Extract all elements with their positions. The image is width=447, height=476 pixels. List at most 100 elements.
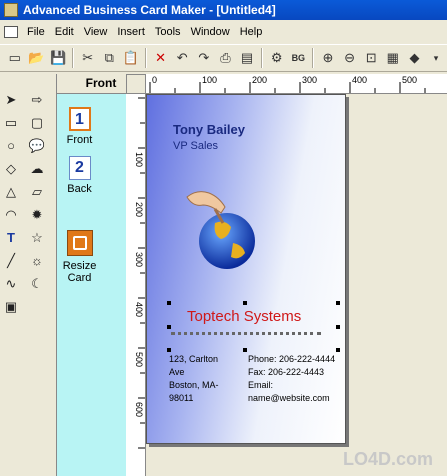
- contact-line: name@website.com: [248, 393, 330, 403]
- card-name[interactable]: Tony Bailey: [173, 122, 245, 137]
- app-icon: [4, 3, 18, 17]
- properties-icon[interactable]: ⚙: [266, 47, 288, 69]
- callout-icon[interactable]: 💬: [26, 134, 48, 157]
- line-icon[interactable]: ╱: [0, 249, 22, 272]
- resize-card-icon: [66, 230, 93, 256]
- curve-icon[interactable]: ∿: [0, 272, 22, 295]
- page-thumb-back[interactable]: 2 Back: [57, 156, 102, 195]
- title-bar: Advanced Business Card Maker - [Untitled…: [0, 0, 447, 20]
- dotted-divider[interactable]: [171, 332, 321, 335]
- contact-line: Phone: 206-222-4444: [248, 354, 336, 364]
- selection-handle[interactable]: [243, 348, 247, 352]
- parallelogram-icon[interactable]: ▱: [26, 180, 48, 203]
- page-number: 1: [68, 107, 91, 131]
- address-line: 98011: [169, 393, 194, 403]
- h-tick-label: 500: [402, 75, 417, 85]
- menu-window[interactable]: Window: [186, 26, 235, 38]
- menu-edit[interactable]: Edit: [50, 26, 79, 38]
- toolbar-separator: [312, 48, 315, 68]
- zoom-out-icon[interactable]: ⊖: [339, 47, 361, 69]
- v-tick-label: 100: [134, 152, 144, 167]
- new-icon[interactable]: ▭: [4, 47, 26, 69]
- window-title: Advanced Business Card Maker - [Untitled…: [23, 3, 276, 17]
- background-icon[interactable]: BG: [288, 47, 310, 69]
- paste-icon[interactable]: 📋: [120, 47, 142, 69]
- vertical-ruler-ticks: 100 200 300 400 500 600: [134, 97, 145, 449]
- horizontal-ruler-ticks: 0 100 200 300 400 500: [149, 75, 426, 93]
- zoom-fit-icon[interactable]: ⊡: [360, 47, 382, 69]
- zoom-in-icon[interactable]: ⊕: [317, 47, 339, 69]
- selection-handle[interactable]: [336, 325, 340, 329]
- menu-view[interactable]: View: [79, 26, 113, 38]
- h-tick-label: 200: [252, 75, 267, 85]
- redo-icon[interactable]: ↷: [193, 47, 215, 69]
- drawing-tools-panel: ➤ ▭ ○ ◇ △ ◠ T ╱ ∿ ▣ ⇨ ▢ 💬 ☁ ▱ ✹ ☆ ☼ ☾: [0, 74, 56, 476]
- tool-column-left: ➤ ▭ ○ ◇ △ ◠ T ╱ ∿ ▣: [0, 88, 22, 318]
- v-tick-label: 600: [134, 402, 144, 417]
- undo-icon[interactable]: ↶: [171, 47, 193, 69]
- business-card[interactable]: Tony Bailey VP Sales Toptech Systems 123…: [146, 94, 346, 444]
- h-tick-label: 300: [302, 75, 317, 85]
- text-icon[interactable]: T: [0, 226, 22, 249]
- menu-help[interactable]: Help: [235, 26, 268, 38]
- selection-handle[interactable]: [336, 301, 340, 305]
- toolbar-overflow-icon[interactable]: ▾: [425, 47, 447, 69]
- toolbar-separator: [144, 48, 147, 68]
- selection-handle[interactable]: [167, 301, 171, 305]
- selection-handle[interactable]: [243, 301, 247, 305]
- grid-icon[interactable]: ▦: [382, 47, 404, 69]
- selection-handle[interactable]: [167, 348, 171, 352]
- card-address[interactable]: 123, Carlton Ave Boston, MA- 98011: [169, 353, 219, 405]
- sun-icon[interactable]: ☼: [26, 249, 48, 272]
- page-label: Back: [67, 183, 92, 195]
- selection-handle[interactable]: [336, 348, 340, 352]
- cloud-callout-icon[interactable]: ☁: [26, 157, 48, 180]
- address-line: 123, Carlton: [169, 354, 219, 364]
- design-canvas[interactable]: Tony Bailey VP Sales Toptech Systems 123…: [146, 94, 447, 476]
- card-company[interactable]: Toptech Systems: [187, 308, 301, 325]
- image-icon[interactable]: ▣: [0, 295, 22, 318]
- burst-icon[interactable]: ✹: [26, 203, 48, 226]
- card-contact[interactable]: Phone: 206-222-4444 Fax: 206-222-4443 Em…: [248, 353, 335, 405]
- vertical-ruler: 100 200 300 400 500 600: [126, 94, 146, 476]
- tool-column-right: ⇨ ▢ 💬 ☁ ▱ ✹ ☆ ☼ ☾: [26, 88, 48, 295]
- menu-insert[interactable]: Insert: [112, 26, 150, 38]
- menu-bar: File Edit View Insert Tools Window Help: [0, 22, 447, 42]
- menu-file[interactable]: File: [22, 26, 50, 38]
- open-icon[interactable]: 📂: [26, 47, 48, 69]
- rounded-rect-icon[interactable]: ▢: [26, 111, 48, 134]
- contact-line: Fax: 206-222-4443: [248, 367, 325, 377]
- print-preview-icon[interactable]: ▤: [236, 47, 258, 69]
- contact-line: Email:: [248, 380, 274, 390]
- copy-icon[interactable]: ⧉: [99, 47, 121, 69]
- resize-card-button[interactable]: Resize Card: [57, 230, 102, 284]
- ellipse-icon[interactable]: ○: [0, 134, 22, 157]
- address-line: Boston, MA-: [169, 380, 219, 390]
- selection-handle[interactable]: [167, 325, 171, 329]
- moon-icon[interactable]: ☾: [26, 272, 48, 295]
- eraser-icon[interactable]: ◆: [404, 47, 426, 69]
- page-thumb-front[interactable]: 1 Front: [57, 107, 102, 146]
- h-tick-label: 100: [202, 75, 217, 85]
- star-icon[interactable]: ☆: [26, 226, 48, 249]
- ruler-corner[interactable]: [126, 74, 146, 94]
- save-icon[interactable]: 💾: [47, 47, 69, 69]
- menu-tools[interactable]: Tools: [150, 26, 186, 38]
- v-tick-label: 500: [134, 352, 144, 367]
- triangle-icon[interactable]: △: [0, 180, 22, 203]
- cut-icon[interactable]: ✂: [77, 47, 99, 69]
- card-job-title[interactable]: VP Sales: [173, 140, 218, 152]
- resize-card-label: Resize Card: [62, 260, 97, 284]
- print-icon[interactable]: ⎙: [215, 47, 237, 69]
- rectangle-icon[interactable]: ▭: [0, 111, 22, 134]
- select-arrow-icon[interactable]: ➤: [0, 88, 22, 111]
- diamond-icon[interactable]: ◇: [0, 157, 22, 180]
- delete-icon[interactable]: ✕: [150, 47, 172, 69]
- globe-hand-graphic[interactable]: [185, 183, 255, 273]
- arc-icon[interactable]: ◠: [0, 203, 22, 226]
- toolbar-separator: [71, 48, 74, 68]
- address-line: Ave: [169, 367, 185, 377]
- arrow-shape-icon[interactable]: ⇨: [26, 88, 48, 111]
- toolbar-separator: [260, 48, 263, 68]
- document-icon[interactable]: [4, 26, 18, 38]
